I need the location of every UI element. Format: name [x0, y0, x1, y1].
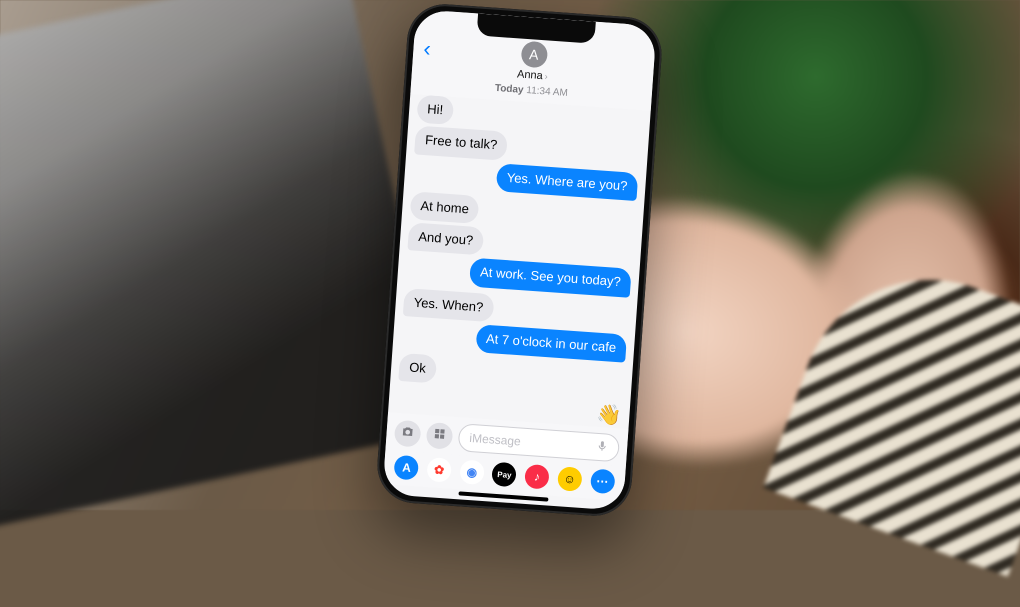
app-drawer-button[interactable] — [426, 422, 454, 450]
app-tray-store[interactable]: A — [394, 455, 420, 481]
message-thread[interactable]: Hi! Free to talk? Yes. Where are you? At… — [388, 94, 651, 429]
message-bubble-received[interactable]: At home — [410, 191, 480, 224]
reaction-row: 👋 — [596, 402, 623, 429]
wave-emoji-icon[interactable]: 👋 — [596, 402, 623, 429]
mic-icon[interactable] — [596, 439, 609, 455]
phone-screen: ‹ A Anna› Today 11:34 AM Hi! Free to tal… — [382, 9, 656, 511]
back-button[interactable]: ‹ — [423, 38, 432, 60]
message-placeholder: iMessage — [469, 431, 521, 449]
phone: ‹ A Anna› Today 11:34 AM Hi! Free to tal… — [375, 2, 664, 519]
app-tray-memoji[interactable]: ☺ — [557, 466, 583, 492]
chevron-right-icon: › — [542, 71, 548, 81]
message-bubble-sent[interactable]: Yes. Where are you? — [496, 163, 639, 201]
message-bubble-received[interactable]: Hi! — [416, 95, 454, 126]
message-bubble-received[interactable]: Yes. When? — [403, 288, 494, 322]
contact-avatar[interactable]: A — [520, 41, 548, 69]
app-tray-photos[interactable]: ✿ — [426, 457, 452, 483]
camera-button[interactable] — [394, 420, 422, 448]
message-bubble-sent[interactable]: At work. See you today? — [469, 258, 632, 297]
app-tray-more[interactable]: ⋯ — [590, 469, 616, 495]
message-bubble-received[interactable]: And you? — [407, 222, 484, 255]
message-bubble-sent[interactable]: At 7 o'clock in our cafe — [475, 324, 627, 363]
apps-icon — [432, 426, 447, 446]
contact-name: Anna — [517, 68, 543, 82]
camera-icon — [400, 424, 415, 444]
app-tray-chrome[interactable]: ◉ — [459, 459, 485, 485]
message-bubble-received[interactable]: Ok — [398, 353, 437, 384]
app-tray-applepay[interactable]: Pay — [492, 462, 518, 488]
app-tray-music[interactable]: ♪ — [524, 464, 550, 490]
message-bubble-received[interactable]: Free to talk? — [414, 126, 508, 161]
